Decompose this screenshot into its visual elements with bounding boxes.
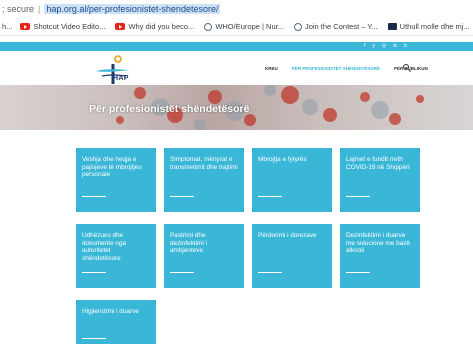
blog-icon[interactable]: b [404,42,407,51]
card-label: Mbrojtja e fytyrës [258,156,307,163]
address-separator: | [38,4,41,14]
page-title: Për profesionistët shëndetësorë [89,103,250,115]
bookmark-label: Shotcut Video Edito... [33,22,106,31]
bookmark-2[interactable]: Why did you beco... [115,22,194,31]
logo-text[interactable]: HAP [113,75,129,82]
card-label: Lajmet e fundit rreth COVID-19 në Shqipë… [346,156,410,171]
bookmark-label: Join the Contest – Y... [304,22,378,31]
bookmark-label: Uthull molle dhe mj... [399,22,470,31]
twitter-icon[interactable]: y [372,42,375,51]
card-label: Veshja dhe heqja e pajisjeve të mbrojtje… [82,156,142,179]
nav-item-kreu[interactable]: KREU [265,66,278,71]
card-guidelines[interactable]: Udhëzues dhe dokumente nga autoritetet s… [76,224,156,288]
card-label: Përdorimi i dorezave [258,232,317,239]
main-menu: KREU PËR PROFESIONISTËT SHËNDETËSORË PËR… [265,66,442,71]
card-face-protection[interactable]: Mbrojtja e fytyrës [252,148,332,212]
card-underline [346,272,370,273]
globe-icon [293,22,302,31]
bookmark-label: h... [2,22,13,31]
card-underline [82,272,106,273]
nav-item-professionals[interactable]: PËR PROFESIONISTËT SHËNDETËSORË [292,66,380,71]
card-underline [258,196,282,197]
card-gloves[interactable]: Përdorimi i dorezave [252,224,332,288]
card-label: Simptomat, mënyrat e transmetimit dhe tr… [170,156,238,171]
card-hand-hygiene[interactable]: Higjienizimi i duarve [76,300,156,344]
card-underline [170,196,194,197]
bookmark-label: Why did you beco... [128,22,195,31]
bookmark-5[interactable]: Uthull molle dhe mj... [387,22,470,31]
card-underline [170,272,194,273]
address-bar[interactable]: ; secure | hap.org.al/per-profesionistet… [0,0,473,18]
who-globe-icon [204,22,213,31]
bookmarks-bar: h... Shotcut Video Edito... Why did you … [0,18,473,36]
facebook-icon[interactable]: f [364,42,365,51]
bookmark-1[interactable]: Shotcut Video Edito... [20,22,105,31]
card-symptoms[interactable]: Simptomat, mënyrat e transmetimit dhe tr… [164,148,244,212]
security-status: ; secure [2,4,35,14]
search-icon[interactable] [403,64,409,70]
card-label: Udhëzues dhe dokumente nga autoritetet s… [82,232,127,262]
card-underline [258,272,282,273]
card-label: Dezinfektimi i duarve me solucione me ba… [346,232,410,255]
bookmark-label: WHO/Europe | Nur... [215,22,284,31]
card-underline [346,196,370,197]
card-ppe[interactable]: Veshja dhe heqja e pajisjeve të mbrojtje… [76,148,156,212]
social-icons: f y ◎ in b [364,42,407,51]
bookmark-0[interactable]: h... [2,22,12,31]
card-label: Pastrimi dhe dezinfektimi i ambjenteve [170,232,207,255]
news-icon [387,23,397,30]
bookmark-4[interactable]: Join the Contest – Y... [293,22,378,31]
card-hand-sanitizer[interactable]: Dezinfektimi i duarve me solucione me ba… [340,224,420,288]
instagram-icon[interactable]: ◎ [382,42,386,51]
card-latest-news[interactable]: Lajmet e fundit rreth COVID-19 në Shqipë… [340,148,420,212]
card-underline [82,338,106,339]
card-label: Higjienizimi i duarve [82,308,139,315]
site-nav: HAP KREU PËR PROFESIONISTËT SHËNDETËSORË… [0,51,473,85]
url-text[interactable]: hap.org.al/per-profesionistet-shendeteso… [44,4,221,14]
youtube-icon [20,23,31,30]
youtube-icon [115,23,126,30]
site-top-strip: f y ◎ in b [0,42,473,51]
bookmark-3[interactable]: WHO/Europe | Nur... [204,22,284,31]
card-cleaning[interactable]: Pastrimi dhe dezinfektimi i ambjenteve [164,224,244,288]
linkedin-icon[interactable]: in [393,42,397,51]
card-underline [82,196,106,197]
